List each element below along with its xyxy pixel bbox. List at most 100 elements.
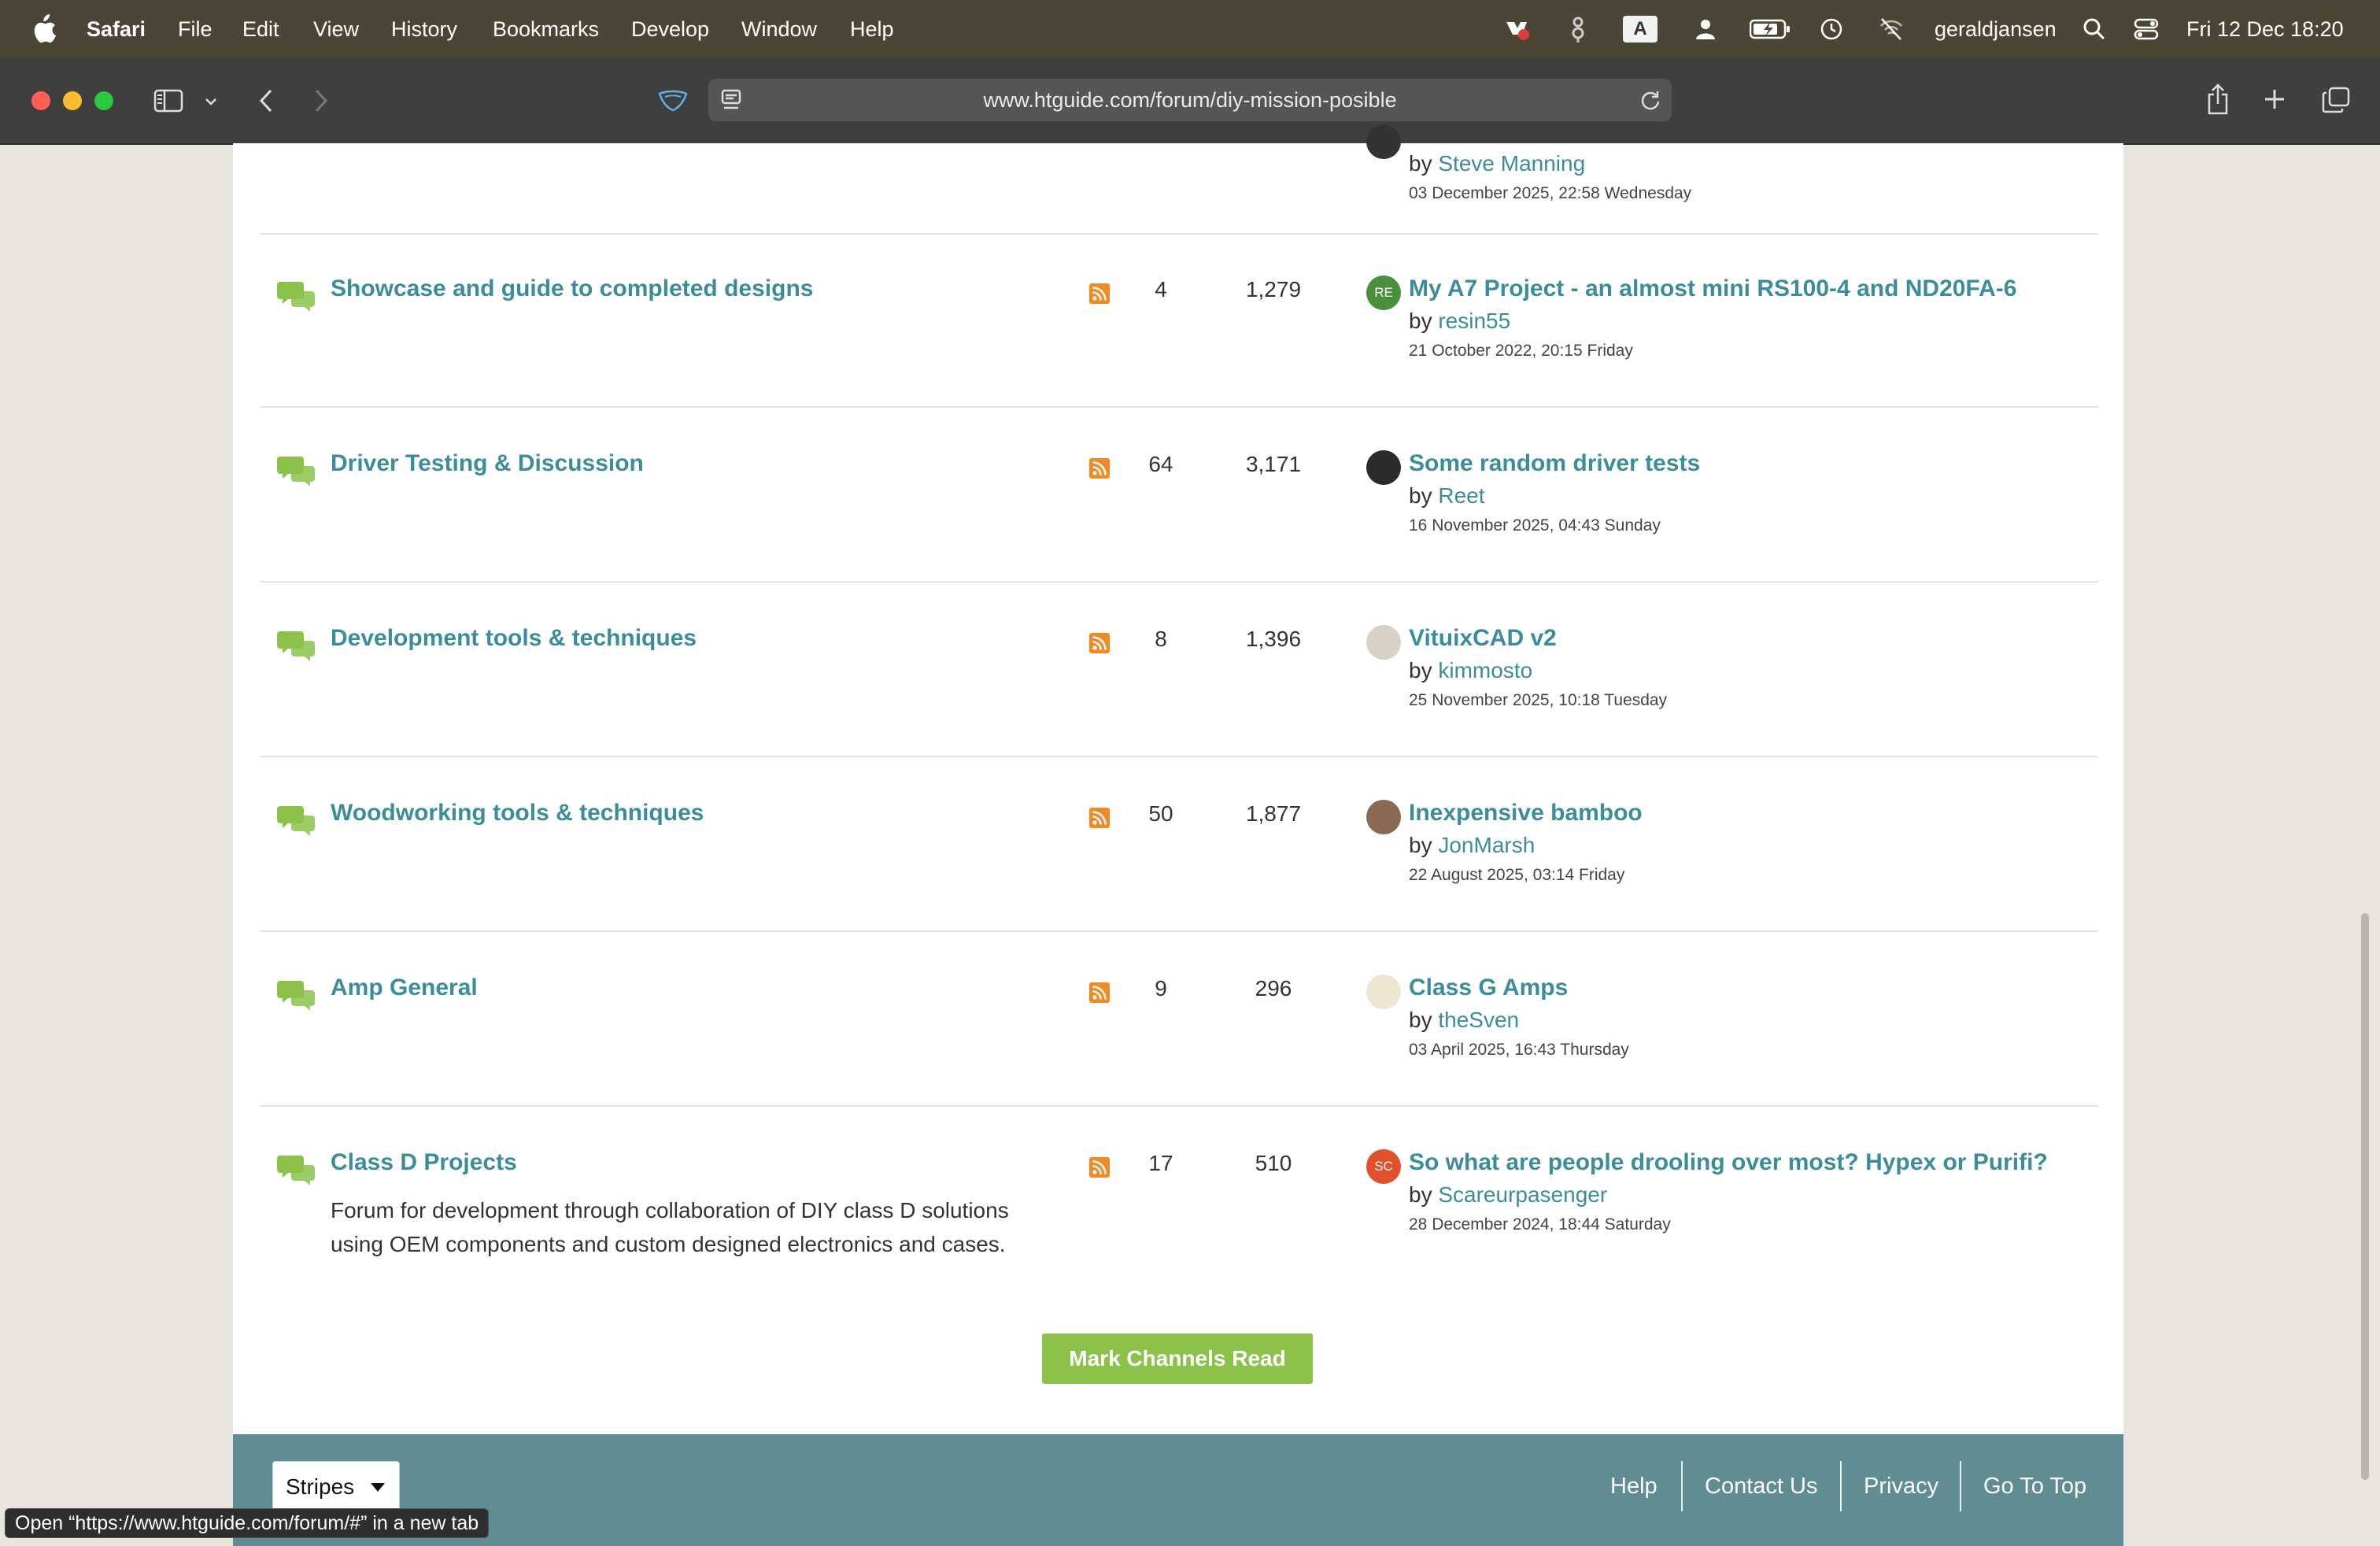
- forum-title[interactable]: Class D Projects: [331, 1149, 517, 1176]
- menu-develop[interactable]: Develop: [631, 0, 709, 58]
- forum-title[interactable]: Showcase and guide to completed designs: [331, 276, 813, 302]
- last-post-date: 03 December 2025, 22:58 Wednesday: [1409, 184, 1692, 202]
- topic-count: 9: [1155, 976, 1167, 1000]
- footer-help-link[interactable]: Help: [1610, 1461, 1658, 1511]
- notification-app-icon[interactable]: [1502, 16, 1533, 43]
- forum-row: Amp General 9 296 Class G Amps by theSven 03 …: [260, 932, 2098, 1107]
- avatar[interactable]: [1366, 625, 1401, 660]
- post-count: 296: [1255, 976, 1292, 1000]
- mark-channels-read-button[interactable]: Mark Channels Read: [1042, 1333, 1313, 1384]
- tabs-overview-icon[interactable]: [2320, 85, 2352, 115]
- time-machine-icon[interactable]: [1818, 16, 1845, 43]
- menu-help[interactable]: Help: [850, 0, 894, 58]
- last-post-author[interactable]: Reet: [1438, 483, 1484, 508]
- avatar[interactable]: SC: [1366, 1149, 1401, 1184]
- footer-go-to-top-link[interactable]: Go To Top: [1983, 1461, 2086, 1511]
- privacy-shield-icon[interactable]: [656, 87, 689, 115]
- reload-icon[interactable]: [1639, 88, 1662, 112]
- rss-icon[interactable]: [1089, 283, 1110, 304]
- last-post-author[interactable]: Steve Manning: [1438, 151, 1585, 176]
- battery-icon[interactable]: [1749, 16, 1791, 43]
- last-post-author[interactable]: kimmosto: [1438, 658, 1532, 682]
- menu-view[interactable]: View: [313, 0, 359, 58]
- avatar[interactable]: [1366, 124, 1401, 159]
- style-select[interactable]: Stripes: [272, 1461, 400, 1511]
- post-count: 1,279: [1245, 277, 1302, 301]
- last-post-title[interactable]: Inexpensive bamboo: [1409, 800, 1643, 827]
- forum-title[interactable]: Woodworking tools & techniques: [331, 800, 704, 827]
- topic-count: 4: [1155, 277, 1167, 301]
- last-post-author[interactable]: Scareurpasenger: [1438, 1182, 1607, 1207]
- menu-history[interactable]: History: [391, 0, 457, 58]
- by-label: by: [1409, 309, 1432, 333]
- chevron-down-icon[interactable]: [201, 90, 220, 113]
- last-post-title[interactable]: VituixCAD v2: [1409, 625, 1557, 652]
- forum-page: by Steve Manning 03 December 2025, 22:58…: [233, 124, 2123, 1546]
- zoom-window-button[interactable]: [94, 91, 113, 110]
- forum-row: Showcase and guide to completed designs 4…: [260, 233, 2098, 408]
- last-post-title[interactable]: My A7 Project - an almost mini RS100-4 a…: [1409, 276, 2016, 302]
- last-post-by: by Steve Manning: [1409, 151, 1585, 176]
- last-post-by: by Reet: [1409, 483, 1485, 509]
- user-icon[interactable]: [1694, 16, 1717, 43]
- last-post-author[interactable]: theSven: [1438, 1008, 1519, 1032]
- menu-bookmarks[interactable]: Bookmarks: [493, 0, 599, 58]
- menu-clock[interactable]: Fri 12 Dec 18:20: [2186, 0, 2344, 58]
- menu-username[interactable]: geraldjansen: [1935, 0, 2057, 58]
- share-icon[interactable]: [2204, 82, 2232, 117]
- by-label: by: [1409, 658, 1432, 682]
- last-post-date: 21 October 2022, 20:15 Friday: [1409, 342, 1633, 360]
- forward-icon[interactable]: [309, 85, 334, 117]
- menu-app-name[interactable]: Safari: [87, 0, 146, 58]
- avatar[interactable]: [1366, 800, 1401, 834]
- forum-row: Development tools & techniques 8 1,396 Vitu…: [260, 583, 2098, 757]
- menu-window[interactable]: Window: [741, 0, 817, 58]
- address-bar[interactable]: www.htguide.com/forum/diy-mission-posibl…: [708, 79, 1672, 121]
- avatar[interactable]: [1366, 975, 1401, 1009]
- last-post-author[interactable]: JonMarsh: [1438, 833, 1535, 857]
- menu-edit[interactable]: Edit: [242, 0, 279, 58]
- chat-bubbles-icon: [277, 631, 315, 661]
- footer-privacy-link[interactable]: Privacy: [1864, 1461, 1938, 1511]
- script-icon[interactable]: [1566, 16, 1590, 43]
- menu-file[interactable]: File: [178, 0, 213, 58]
- rss-icon[interactable]: [1089, 633, 1110, 653]
- new-tab-icon[interactable]: [2260, 85, 2289, 113]
- last-post-title[interactable]: So what are people drooling over most? H…: [1409, 1149, 2048, 1176]
- forum-title[interactable]: Amp General: [331, 975, 478, 1001]
- last-post-date: 22 August 2025, 03:14 Friday: [1409, 866, 1625, 884]
- footer-divider: [1681, 1461, 1683, 1511]
- rss-icon[interactable]: [1089, 808, 1110, 828]
- rss-icon[interactable]: [1089, 458, 1110, 479]
- avatar[interactable]: [1366, 450, 1401, 485]
- page-scrollbar[interactable]: [2361, 913, 2369, 1480]
- rss-icon[interactable]: [1089, 1157, 1110, 1178]
- forum-title[interactable]: Development tools & techniques: [331, 625, 697, 652]
- wifi-off-icon[interactable]: [1878, 16, 1905, 43]
- rss-icon[interactable]: [1089, 982, 1110, 1003]
- forum-description: Forum for development through collaborat…: [331, 1198, 1009, 1256]
- close-window-button[interactable]: [31, 91, 50, 110]
- last-post-by: by kimmosto: [1409, 658, 1532, 683]
- last-post-title[interactable]: Class G Amps: [1409, 975, 1568, 1001]
- footer-contact-link[interactable]: Contact Us: [1705, 1461, 1817, 1511]
- search-icon[interactable]: [2081, 16, 2108, 43]
- back-icon[interactable]: [253, 85, 279, 117]
- url-text[interactable]: www.htguide.com/forum/diy-mission-posibl…: [708, 79, 1672, 121]
- forum-row-partial: by Steve Manning 03 December 2025, 22:58…: [260, 124, 2098, 235]
- forum-row: Driver Testing & Discussion 64 3,171 Some r…: [260, 408, 2098, 583]
- minimize-window-button[interactable]: [63, 91, 82, 110]
- last-post-date: 16 November 2025, 04:43 Sunday: [1409, 516, 1661, 534]
- control-center-icon[interactable]: [2133, 16, 2160, 43]
- forum-title[interactable]: Driver Testing & Discussion: [331, 450, 644, 477]
- post-count: 1,877: [1245, 801, 1302, 826]
- last-post-title[interactable]: Some random driver tests: [1409, 450, 1700, 477]
- avatar[interactable]: RE: [1366, 276, 1401, 310]
- forum-row: Class D Projects Forum for development th…: [260, 1107, 2098, 1280]
- topic-count: 64: [1148, 452, 1173, 476]
- input-source-icon[interactable]: A: [1623, 16, 1658, 43]
- style-select-value: Stripes: [286, 1474, 355, 1499]
- sidebar-icon[interactable]: [153, 85, 184, 117]
- last-post-author[interactable]: resin55: [1438, 309, 1510, 333]
- apple-icon[interactable]: [30, 14, 57, 44]
